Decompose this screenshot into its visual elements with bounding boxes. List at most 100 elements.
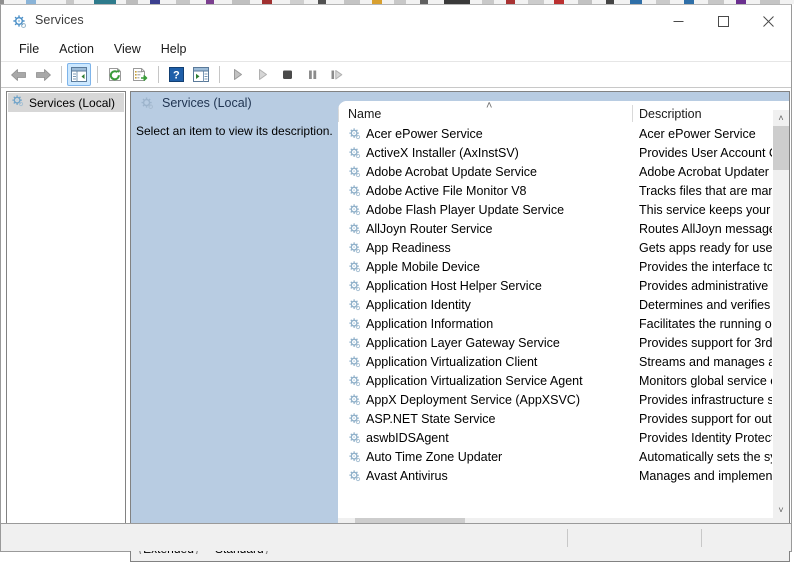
play-icon[interactable] [225,63,249,86]
status-bar-divider [701,529,702,547]
service-name-label: Adobe Acrobat Update Service [366,165,537,179]
stop-icon[interactable] [275,63,299,86]
status-bar-divider [567,529,568,547]
service-name-label: Application Information [366,317,494,331]
vertical-scrollbar[interactable]: ˄ ˅ [772,110,789,518]
table-row[interactable]: Acer ePower Service Acer ePower Service [338,125,789,144]
service-gear-icon [348,146,362,160]
table-row[interactable]: Application Information Facilitates the r… [338,315,789,334]
service-gear-icon [348,450,362,464]
service-gear-icon [348,184,362,198]
service-gear-icon [348,412,362,426]
list-column-headers: ˄ Name Description [338,101,789,125]
vertical-scrollbar-thumb[interactable] [773,126,789,170]
table-row[interactable]: Application Host Helper Service Provides … [338,277,789,296]
sort-ascending-icon: ˄ [486,101,493,112]
back-button[interactable] [6,63,30,86]
service-name-cell: Application Virtualization Client [348,355,537,369]
service-name-label: ASP.NET State Service [366,412,496,426]
table-row[interactable]: Auto Time Zone Updater Automatically sets… [338,448,789,467]
service-gear-icon [348,393,362,407]
table-row[interactable]: Adobe Acrobat Update Service Adobe Acroba… [338,163,789,182]
menu-item-file[interactable]: File [9,39,49,59]
table-row[interactable]: Application Virtualization Client Streams… [338,353,789,372]
service-description-cell: Manages and implemen [639,469,773,483]
console-tree-icon[interactable] [67,63,91,86]
services-gear-icon [140,96,155,111]
service-name-cell: Application Layer Gateway Service [348,336,560,350]
menu-item-action[interactable]: Action [49,39,104,59]
help-question-icon[interactable]: ? [164,63,188,86]
service-name-label: Apple Mobile Device [366,260,480,274]
service-description-cell: Provides the interface to [639,260,774,274]
service-name-label: Application Virtualization Service Agent [366,374,583,388]
svg-text:?: ? [173,70,180,82]
table-row[interactable]: App Readiness Gets apps ready for use t [338,239,789,258]
service-name-label: Acer ePower Service [366,127,483,141]
service-description-cell: Streams and manages ap [639,355,779,369]
title-bar: Services [1,5,791,37]
service-gear-icon [348,431,362,445]
column-divider[interactable] [632,105,633,122]
refresh-icon[interactable] [103,63,127,86]
service-name-label: AppX Deployment Service (AppXSVC) [366,393,580,407]
column-header-name[interactable]: Name [348,107,381,121]
table-row[interactable]: AppX Deployment Service (AppXSVC) Provide… [338,391,789,410]
close-icon[interactable] [746,5,791,37]
menu-item-view[interactable]: View [104,39,151,59]
service-gear-icon [348,165,362,179]
menu-item-help[interactable]: Help [151,39,197,59]
table-row[interactable]: Application Layer Gateway Service Provide… [338,334,789,353]
toolbar-separator [61,66,62,83]
service-description-cell: Adobe Acrobat Updater [639,165,769,179]
service-name-label: AllJoyn Router Service [366,222,493,236]
table-row[interactable]: Adobe Active File Monitor V8 Tracks files… [338,182,789,201]
sidebar-item-services-local[interactable]: Services (Local) [8,93,124,112]
pause-icon[interactable] [300,63,324,86]
service-name-label: Application Virtualization Client [366,355,538,369]
service-gear-icon [348,203,362,217]
service-description-cell: Automatically sets the sy [639,450,777,464]
scroll-down-icon[interactable]: ˅ [773,502,789,518]
toolbar: ? [1,61,791,88]
services-list-rows: Acer ePower Service Acer ePower Service Ac… [338,125,789,534]
minimize-icon[interactable] [656,5,701,37]
service-gear-icon [348,222,362,236]
service-name-label: Adobe Active File Monitor V8 [366,184,527,198]
table-row[interactable]: Adobe Flash Player Update Service This se… [338,201,789,220]
results-header-title: Services (Local) [162,96,252,110]
table-row[interactable]: Avast Antivirus Manages and implemen [338,467,789,486]
service-description-cell: Gets apps ready for use t [639,241,779,255]
services-gear-icon [11,94,25,111]
table-row[interactable]: aswbIDSAgent Provides Identity Protect [338,429,789,448]
service-gear-icon [348,241,362,255]
export-list-icon[interactable] [128,63,152,86]
table-row[interactable]: ActiveX Installer (AxInstSV) Provides Use… [338,144,789,163]
table-row[interactable]: Apple Mobile Device Provides the interfac… [338,258,789,277]
service-gear-icon [348,374,362,388]
service-name-label: aswbIDSAgent [366,431,449,445]
service-name-cell: App Readiness [348,241,451,255]
table-row[interactable]: ASP.NET State Service Provides support fo… [338,410,789,429]
service-description-text: Select an item to view its description. [136,124,333,138]
table-row[interactable]: Application Virtualization Service Agent… [338,372,789,391]
service-description-cell: Provides infrastructure s [639,393,774,407]
forward-button[interactable] [31,63,55,86]
properties-icon[interactable] [189,63,213,86]
service-description-cell: Provides User Account C [639,146,778,160]
maximize-icon[interactable] [701,5,746,37]
column-header-description[interactable]: Description [639,107,702,121]
service-name-label: Application Host Helper Service [366,279,542,293]
service-gear-icon [348,260,362,274]
service-description-cell: Provides Identity Protect [639,431,775,445]
service-description-pane: Select an item to view its description. [131,115,338,534]
service-name-label: Adobe Flash Player Update Service [366,203,565,217]
table-row[interactable]: AllJoyn Router Service Routes AllJoyn mes… [338,220,789,239]
service-name-cell: Adobe Active File Monitor V8 [348,184,527,198]
service-name-cell: Apple Mobile Device [348,260,480,274]
play-outline-icon[interactable] [250,63,274,86]
restart-icon[interactable] [325,63,349,86]
scroll-up-icon[interactable]: ˄ [773,110,789,126]
table-row[interactable]: Application Identity Determines and verif… [338,296,789,315]
service-description-cell: This service keeps your A [639,203,779,217]
